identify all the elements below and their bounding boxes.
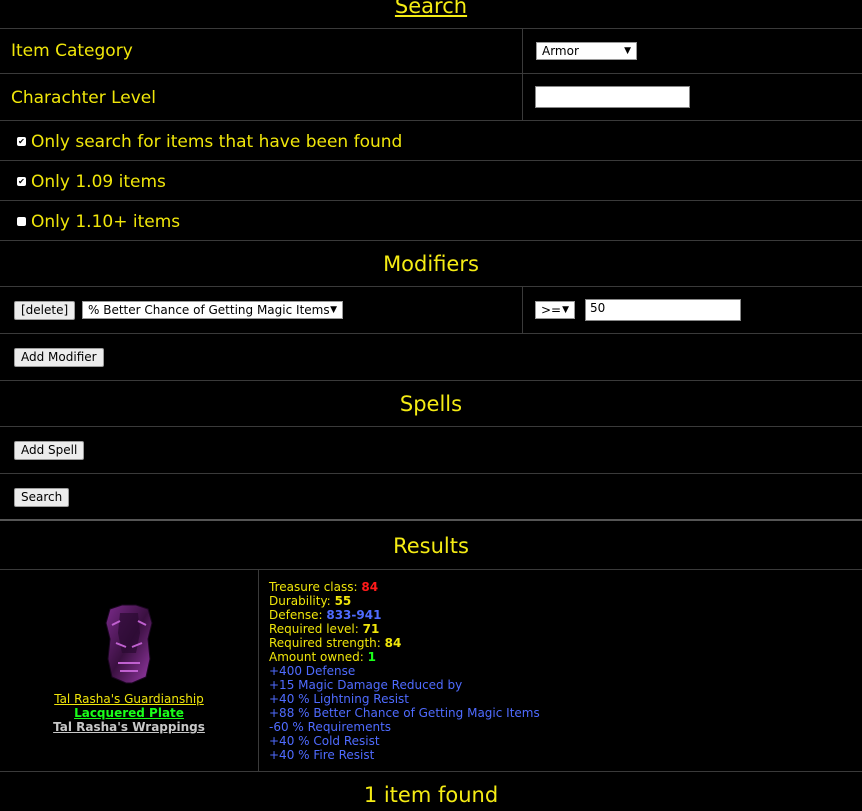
modifier-select[interactable]: % Better Chance of Getting Magic Items ▼ xyxy=(82,301,343,319)
column-divider xyxy=(522,29,523,73)
only-110-row: Only 1.10+ items xyxy=(0,201,862,241)
found-items-checkbox[interactable]: ✔ xyxy=(17,137,26,146)
result-item-row: Tal Rasha's Guardianship Lacquered Plate… xyxy=(0,570,862,772)
column-divider xyxy=(522,287,523,333)
item-mod: +400 Defense xyxy=(269,664,356,678)
result-divider xyxy=(258,570,259,771)
item-mod: +40 % Cold Resist xyxy=(269,734,380,748)
found-items-label: Only search for items that have been fou… xyxy=(31,132,403,152)
only-109-label: Only 1.09 items xyxy=(31,172,166,192)
durability-line: Durability: 55 xyxy=(269,594,352,608)
amount-owned-value: 1 xyxy=(367,650,376,664)
char-level-row: Charachter Level xyxy=(0,74,862,121)
armor-image xyxy=(105,604,153,684)
modifier-value: % Better Chance of Getting Magic Items xyxy=(88,303,330,317)
only-110-checkbox[interactable] xyxy=(17,217,26,226)
defense-value: 833-941 xyxy=(326,608,382,622)
item-mod: -60 % Requirements xyxy=(269,720,392,734)
defense-line: Defense: 833-941 xyxy=(269,608,382,622)
add-modifier-button[interactable]: Add Modifier xyxy=(14,348,104,367)
dropdown-arrow-icon: ▼ xyxy=(330,305,337,315)
item-mod: +15 Magic Damage Reduced by xyxy=(269,678,463,692)
required-strength-value: 84 xyxy=(384,636,402,650)
item-mod: +40 % Fire Resist xyxy=(269,748,375,762)
required-level-line: Required level: 71 xyxy=(269,622,380,636)
base-item-name-link[interactable]: Lacquered Plate xyxy=(0,706,258,720)
results-count-row: 1 item found xyxy=(0,772,862,811)
char-level-label: Charachter Level xyxy=(11,88,156,108)
item-category-select[interactable]: Armor ▼ xyxy=(536,42,637,60)
add-spell-row: Add Spell xyxy=(0,427,862,474)
search-button-row: Search xyxy=(0,474,862,521)
operator-select[interactable]: >= ▼ xyxy=(535,301,575,319)
item-mod: +40 % Lightning Resist xyxy=(269,692,410,706)
treasure-class-line: Treasure class: 84 xyxy=(269,580,379,594)
spells-header-row: Spells xyxy=(0,381,862,427)
dropdown-arrow-icon: ▼ xyxy=(624,46,631,56)
item-mod: +88 % Better Chance of Getting Magic Ite… xyxy=(269,706,540,720)
search-header-row: Search xyxy=(0,0,862,29)
found-items-row: ✔ Only search for items that have been f… xyxy=(0,121,862,161)
modifiers-heading: Modifiers xyxy=(383,252,479,276)
operator-value: >= xyxy=(541,303,562,317)
add-spell-button[interactable]: Add Spell xyxy=(14,441,85,460)
search-button[interactable]: Search xyxy=(14,488,70,507)
results-count: 1 item found xyxy=(363,783,499,807)
required-strength-line: Required strength: 84 xyxy=(269,636,402,650)
results-header-row: Results xyxy=(0,522,862,570)
column-divider xyxy=(522,74,523,120)
item-category-label: Item Category xyxy=(11,41,133,61)
add-modifier-row: Add Modifier xyxy=(0,334,862,381)
item-category-row: Item Category Armor ▼ xyxy=(0,29,862,74)
modifier-amount-input[interactable]: 50 xyxy=(585,299,741,321)
amount-owned-line: Amount owned: 1 xyxy=(269,650,376,664)
dropdown-arrow-icon: ▼ xyxy=(562,305,569,315)
modifier-row: [delete] % Better Chance of Getting Magi… xyxy=(0,287,862,334)
durability-value: 55 xyxy=(334,594,352,608)
treasure-class-value: 84 xyxy=(361,580,379,594)
char-level-input[interactable] xyxy=(535,86,690,108)
spells-heading: Spells xyxy=(399,392,463,416)
modifiers-header-row: Modifiers xyxy=(0,241,862,287)
set-group-name-link[interactable]: Tal Rasha's Wrappings xyxy=(0,720,258,734)
set-item-name-link[interactable]: Tal Rasha's Guardianship xyxy=(0,692,258,706)
delete-modifier-button[interactable]: [delete] xyxy=(14,301,76,320)
item-category-value: Armor xyxy=(542,44,579,58)
required-level-value: 71 xyxy=(362,622,380,636)
only-109-checkbox[interactable]: ✔ xyxy=(17,177,26,186)
only-110-label: Only 1.10+ items xyxy=(31,212,181,232)
only-109-row: ✔ Only 1.09 items xyxy=(0,161,862,201)
item-stats: Treasure class: 84 Durability: 55 Defens… xyxy=(269,580,540,762)
search-heading[interactable]: Search xyxy=(0,0,862,17)
results-heading: Results xyxy=(393,534,469,558)
